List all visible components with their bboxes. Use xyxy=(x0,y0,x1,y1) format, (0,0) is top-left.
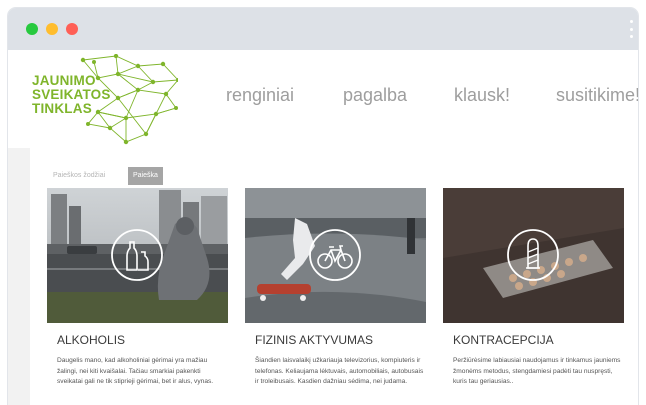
card-description: Peržiūrėsime labiausiai naudojamus ir ti… xyxy=(453,357,621,385)
close-button[interactable] xyxy=(66,23,78,35)
bottles-icon xyxy=(111,229,163,281)
card-image[interactable] xyxy=(245,188,426,323)
card-image[interactable] xyxy=(47,188,228,323)
tab-search-keywords[interactable]: Paieškos žodžiai xyxy=(48,167,110,185)
topic-card-kontracepcija[interactable]: KONTRACEPCIJA Peržiūrėsime labiausiai na… xyxy=(443,188,624,388)
nav-item-susitikime[interactable]: susitikime! xyxy=(556,85,638,106)
minimize-button[interactable] xyxy=(46,23,58,35)
more-options-icon[interactable] xyxy=(630,20,634,38)
card-title[interactable]: ALKOHOLIS xyxy=(47,333,228,347)
browser-chrome xyxy=(8,8,638,50)
card-description: Šiandien laisvalaikį užkariauja televizo… xyxy=(255,357,424,385)
site-header: JAUNIMO SVEIKATOS TINKLAS renginiai paga… xyxy=(8,50,638,149)
tab-search[interactable]: Paieška xyxy=(128,167,163,185)
topics-panel: Paieškos žodžiai Paieška ALKOHOLIS Dauge… xyxy=(30,148,638,405)
maximize-button[interactable] xyxy=(26,23,38,35)
nav-item-pagalba[interactable]: pagalba xyxy=(343,85,407,106)
condom-icon xyxy=(507,229,559,281)
nav-item-renginiai[interactable]: renginiai xyxy=(226,85,294,106)
topic-card-fizinis-aktyvumas[interactable]: FIZINIS AKTYVUMAS Šiandien laisvalaikį u… xyxy=(245,188,426,388)
bicycle-icon xyxy=(309,229,361,281)
card-image[interactable] xyxy=(443,188,624,323)
card-title[interactable]: FIZINIS AKTYVUMAS xyxy=(245,333,426,347)
content-area: Paieškos žodžiai Paieška ALKOHOLIS Dauge… xyxy=(8,148,638,405)
card-title[interactable]: KONTRACEPCIJA xyxy=(443,333,624,347)
topic-card-alkoholis[interactable]: ALKOHOLIS Daugelis mano, kad alkoholinia… xyxy=(47,188,228,388)
card-description: Daugelis mano, kad alkoholiniai gėrimai … xyxy=(57,357,214,385)
nav-item-klausk[interactable]: klausk! xyxy=(454,85,510,106)
main-nav: renginiai pagalba klausk! susitikime! xyxy=(8,85,638,109)
browser-window: JAUNIMO SVEIKATOS TINKLAS renginiai paga… xyxy=(8,8,638,405)
